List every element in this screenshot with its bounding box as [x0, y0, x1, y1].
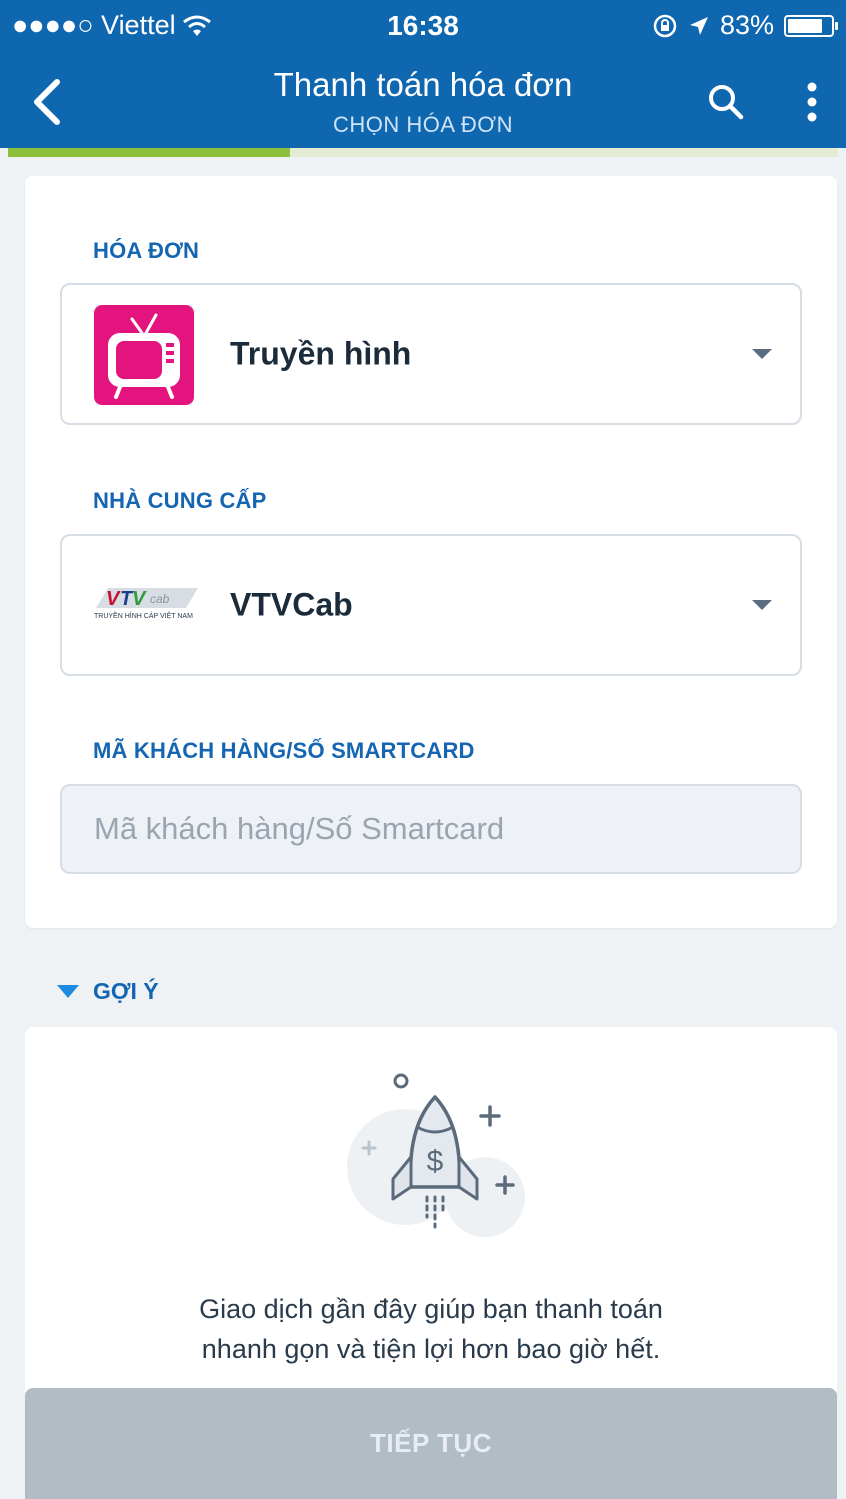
provider-select[interactable]: V T V cab TRUYỀN HÌNH CÁP VIỆT NAM VTVCa…	[60, 534, 802, 676]
step-progress-bar	[8, 148, 838, 157]
more-vertical-icon	[807, 82, 817, 122]
bill-type-value: Truyền hình	[230, 335, 412, 372]
status-bar: ●●●●○ Viettel 16:38 83%	[0, 0, 846, 56]
svg-text:V: V	[106, 588, 121, 610]
vtvcab-logo-text: TRUYỀN HÌNH CÁP VIỆT NAM	[94, 613, 193, 620]
rocket-dollar-icon: $	[347, 1073, 525, 1237]
customer-code-input[interactable]	[60, 784, 802, 874]
search-icon	[709, 85, 744, 120]
bill-form-card: HÓA ĐƠN Truyền hình NHÀ CUNG CẤP V T V c…	[25, 176, 837, 928]
svg-text:V: V	[132, 588, 147, 610]
status-right: 83%	[652, 10, 838, 41]
chevron-down-icon	[752, 600, 772, 610]
provider-label: NHÀ CUNG CẤP	[93, 488, 267, 513]
suggestion-text-line-2: nhanh gọn và tiện lợi hơn bao giờ hết.	[201, 1334, 661, 1364]
customer-code-label: MÃ KHÁCH HÀNG/SỐ SMARTCARD	[93, 738, 475, 763]
app-header: Thanh toán hóa đơn CHỌN HÓA ĐƠN	[0, 56, 846, 148]
more-options-button[interactable]	[792, 76, 832, 128]
suggestion-toggle[interactable]: GỢI Ý	[57, 978, 159, 1005]
svg-text:cab: cab	[150, 592, 170, 606]
location-icon	[689, 16, 708, 35]
suggestion-title: GỢI Ý	[93, 978, 159, 1004]
search-button[interactable]	[700, 76, 752, 128]
bill-type-label: HÓA ĐƠN	[93, 238, 200, 263]
svg-text:$: $	[427, 1145, 444, 1178]
provider-value: VTVCab	[230, 586, 353, 623]
battery-icon	[784, 14, 838, 37]
suggestion-card: $ Giao dịch gần đây giúp bạn thanh toán …	[25, 1027, 837, 1447]
continue-button[interactable]: TIẾP TỤC	[25, 1388, 837, 1499]
suggestion-text-line-1: Giao dịch gần đây giúp bạn thanh toán	[199, 1294, 663, 1324]
triangle-down-icon	[57, 985, 79, 998]
bill-type-select[interactable]: Truyền hình	[60, 283, 802, 425]
step-progress-fill	[8, 148, 291, 157]
battery-percent: 83%	[719, 10, 774, 40]
suggestion-empty-text: Giao dịch gần đây giúp bạn thanh toán nh…	[25, 1289, 837, 1369]
rotation-lock-icon	[653, 14, 677, 37]
chevron-down-icon	[752, 349, 772, 359]
vtvcab-logo: V T V cab TRUYỀN HÌNH CÁP VIỆT NAM	[92, 582, 202, 630]
tv-icon	[94, 305, 194, 405]
